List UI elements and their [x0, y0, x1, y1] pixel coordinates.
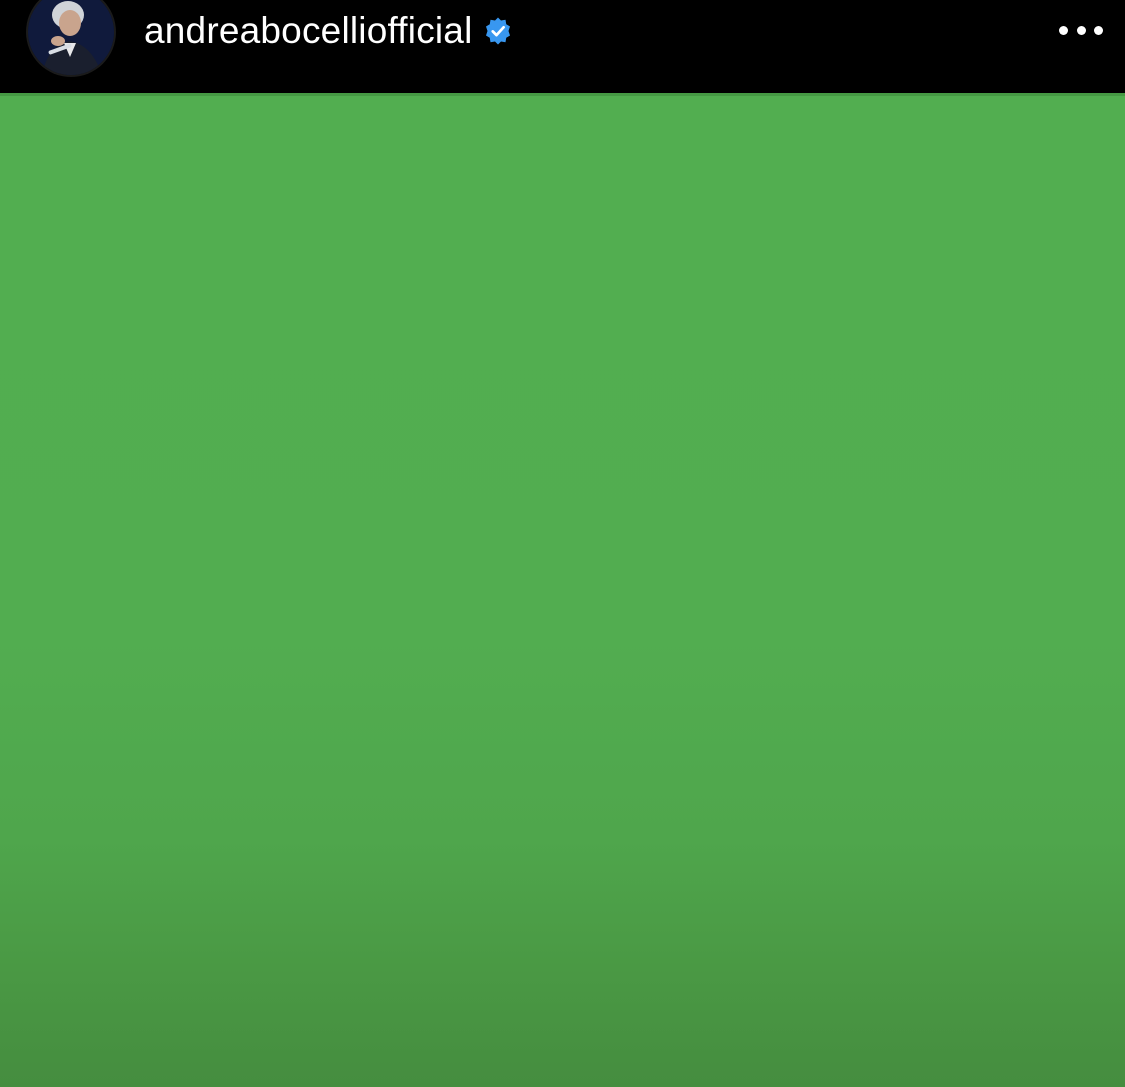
more-options-icon[interactable] [1059, 16, 1103, 46]
post-media[interactable] [0, 93, 1125, 1087]
media-edge [0, 93, 1125, 96]
profile-photo-icon [28, 0, 114, 75]
verified-badge-icon [483, 16, 513, 46]
username-wrap: andreabocelliofficial [144, 10, 513, 52]
more-dot [1076, 26, 1086, 35]
avatar[interactable] [28, 0, 114, 75]
more-dot [1059, 26, 1068, 35]
username[interactable]: andreabocelliofficial [144, 10, 473, 52]
post-frame: andreabocelliofficial [0, 0, 1125, 1087]
post-header: andreabocelliofficial [0, 0, 1125, 93]
more-dot [1094, 26, 1103, 35]
